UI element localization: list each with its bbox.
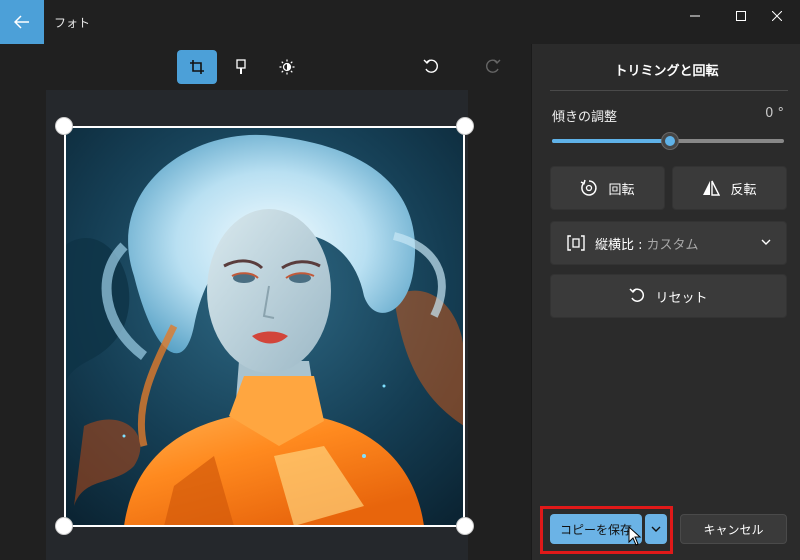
aspect-ratio-icon — [567, 235, 585, 251]
save-options-button[interactable] — [645, 514, 667, 544]
crop-handle-bottom-right[interactable] — [456, 517, 474, 535]
crop-rotate-panel: トリミングと回転 傾きの調整 0 ° 回転 反転 縦横比 : カスタム リセット — [531, 44, 800, 560]
rotate-icon — [581, 179, 598, 196]
aspect-ratio-value: カスタム — [646, 237, 699, 253]
tilt-slider-thumb[interactable] — [662, 133, 679, 149]
panel-divider — [550, 90, 788, 91]
maximize-icon — [736, 11, 746, 21]
title-bar: フォト — [0, 0, 800, 44]
cancel-button[interactable]: キャンセル — [680, 514, 787, 544]
crop-tool-button[interactable] — [177, 50, 217, 84]
flip-icon — [703, 180, 721, 196]
rotate-button-label: 回転 — [608, 182, 635, 198]
filter-tool-button[interactable] — [267, 50, 307, 84]
minimize-button[interactable] — [672, 0, 718, 32]
close-button[interactable] — [754, 0, 800, 32]
crop-handle-top-right[interactable] — [456, 117, 474, 135]
minimize-icon — [690, 15, 700, 17]
close-icon — [772, 11, 782, 21]
tilt-slider-fill — [552, 139, 671, 143]
flip-button-label: 反転 — [730, 182, 757, 198]
tilt-label: 傾きの調整 — [552, 110, 618, 125]
aspect-ratio-label: 縦横比 : — [595, 237, 643, 253]
cancel-label: キャンセル — [703, 522, 764, 537]
chevron-down-icon — [761, 239, 771, 245]
save-copy-label: コピーを保存 — [559, 522, 632, 537]
reset-icon — [629, 288, 645, 302]
adjust-tool-button[interactable] — [221, 50, 261, 84]
crop-icon — [190, 60, 204, 74]
canvas-area — [0, 44, 530, 560]
undo-button[interactable] — [416, 52, 446, 82]
chevron-down-icon — [651, 526, 661, 532]
reset-button-label: リセット — [655, 290, 708, 306]
reset-button[interactable]: リセット — [550, 274, 787, 318]
back-button[interactable] — [0, 0, 44, 44]
tilt-value: 0 ° — [765, 106, 784, 121]
crop-handle-bottom-left[interactable] — [55, 517, 73, 535]
crop-handle-top-left[interactable] — [55, 117, 73, 135]
brush-icon — [236, 59, 246, 74]
crop-frame[interactable] — [64, 126, 465, 527]
mouse-cursor-icon — [628, 526, 642, 546]
undo-icon — [423, 59, 438, 73]
rotate-button[interactable]: 回転 — [550, 166, 665, 210]
arrow-left-icon — [14, 15, 29, 29]
app-title: フォト — [54, 16, 91, 30]
panel-title: トリミングと回転 — [614, 64, 719, 79]
redo-button[interactable] — [478, 52, 508, 82]
aspect-ratio-dropdown[interactable]: 縦横比 : カスタム — [550, 221, 787, 265]
tilt-slider[interactable] — [552, 133, 784, 149]
brightness-icon — [279, 59, 295, 75]
redo-icon — [486, 59, 501, 73]
flip-button[interactable]: 反転 — [672, 166, 787, 210]
